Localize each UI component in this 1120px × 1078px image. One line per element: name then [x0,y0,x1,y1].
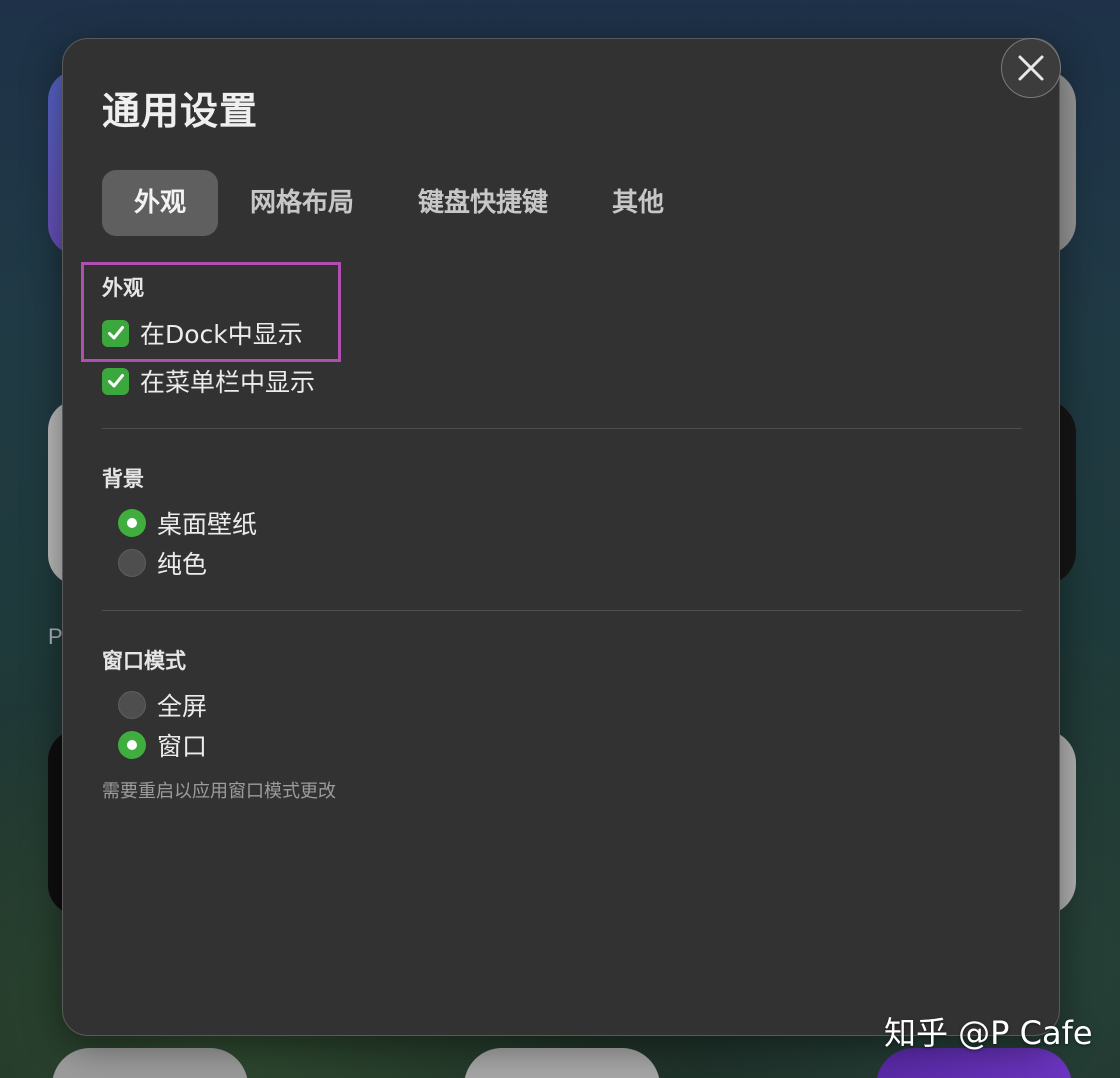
tab-keyboard-shortcuts[interactable]: 键盘快捷键 [386,170,580,236]
solid-color-radio[interactable] [118,549,146,577]
dialog-title: 通用设置 [102,89,259,133]
show-in-menubar-label: 在菜单栏中显示 [140,368,316,397]
tab-appearance[interactable]: 外观 [102,170,219,236]
fullscreen-radio-row[interactable]: 全屏 [118,690,208,721]
checkmark-icon [107,374,124,388]
tab-other[interactable]: 其他 [580,170,696,236]
section-divider [102,610,1022,611]
window-mode-section-label: 窗口模式 [102,649,186,673]
tab-bar: 外观 网格布局 键盘快捷键 其他 [102,170,696,236]
fullscreen-label: 全屏 [157,692,208,721]
background-section-label: 背景 [102,467,144,491]
show-in-menubar-checkbox[interactable] [102,367,129,395]
background-app-tile [52,1048,248,1078]
radio-dot [127,740,137,750]
solid-color-label: 纯色 [157,550,208,579]
close-button[interactable] [1001,38,1061,98]
section-divider [102,428,1022,429]
background-app-label: P [48,624,63,649]
show-in-menubar-checkbox-row[interactable]: 在菜单栏中显示 [102,366,316,397]
background-app-tile [464,1048,660,1078]
tab-grid-layout[interactable]: 网格布局 [218,170,386,236]
windowed-radio-row[interactable]: 窗口 [118,730,208,761]
fullscreen-radio[interactable] [118,691,146,719]
wallpaper-radio-row[interactable]: 桌面壁纸 [118,508,258,539]
wallpaper-label: 桌面壁纸 [157,510,258,539]
windowed-radio[interactable] [118,731,146,759]
wallpaper-radio[interactable] [118,509,146,537]
highlight-annotation-box [81,262,341,362]
radio-dot [127,518,137,528]
watermark: 知乎 @P Cafe [884,1014,1093,1052]
solid-color-radio-row[interactable]: 纯色 [118,548,208,579]
close-icon [1018,55,1044,81]
restart-hint-text: 需要重启以应用窗口模式更改 [102,781,336,802]
windowed-label: 窗口 [157,732,208,761]
